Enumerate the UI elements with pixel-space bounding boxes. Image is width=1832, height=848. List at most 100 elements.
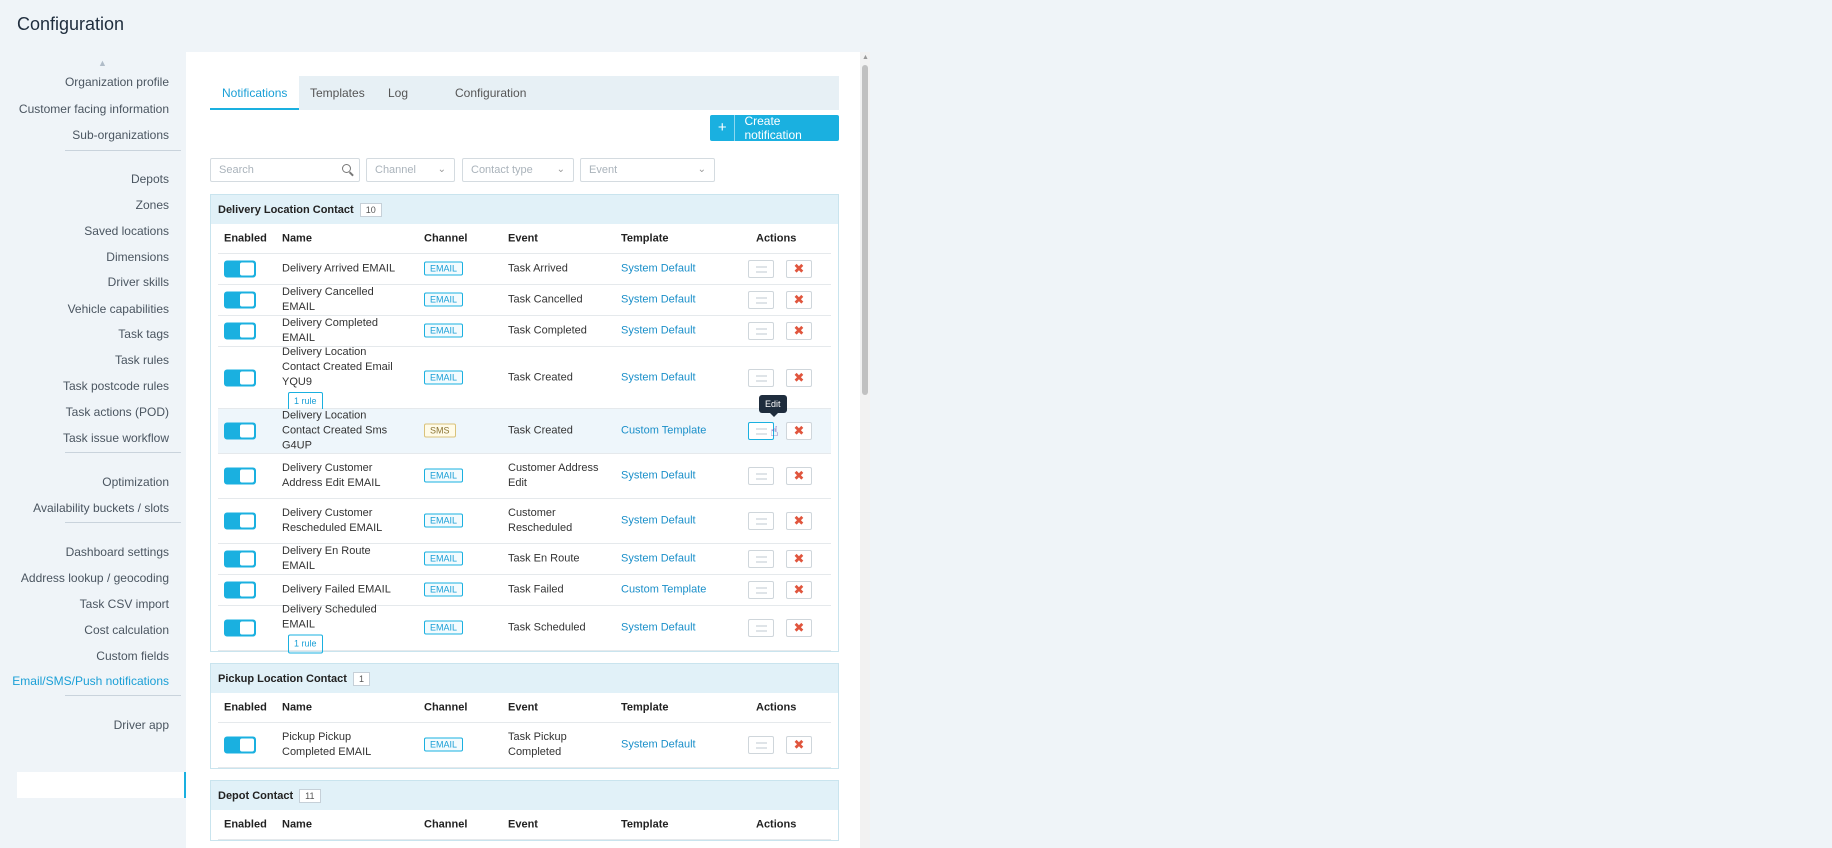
sidebar-item[interactable]: Optimization bbox=[102, 475, 169, 489]
template-link[interactable]: System Default bbox=[621, 621, 696, 636]
template-link[interactable]: System Default bbox=[621, 469, 696, 484]
sidebar-item[interactable]: Task tags bbox=[118, 327, 169, 341]
tab-configuration[interactable]: Configuration bbox=[443, 76, 538, 110]
template-link[interactable]: System Default bbox=[621, 514, 696, 529]
edit-icon bbox=[756, 428, 767, 435]
sidebar-item[interactable]: Driver app bbox=[114, 718, 169, 732]
notification-name-cell: Pickup Pickup Completed EMAIL bbox=[282, 730, 402, 760]
edit-button[interactable] bbox=[748, 291, 774, 309]
create-notification-label: Create notification bbox=[744, 114, 802, 142]
event-select[interactable]: Event ⌄ bbox=[580, 158, 715, 182]
notification-name-cell: Delivery Failed EMAIL bbox=[282, 583, 402, 598]
column-header: Actions bbox=[756, 701, 797, 713]
tab-templates[interactable]: Templates bbox=[298, 76, 377, 110]
enabled-toggle[interactable] bbox=[224, 322, 256, 340]
event-cell: Task Pickup Completed bbox=[508, 731, 567, 758]
sidebar-item[interactable]: Task CSV import bbox=[80, 597, 169, 611]
enabled-toggle[interactable] bbox=[224, 467, 256, 485]
sidebar-item[interactable]: Email/SMS/Push notifications bbox=[12, 674, 169, 688]
channel-select[interactable]: Channel ⌄ bbox=[366, 158, 455, 182]
sidebar-item[interactable]: Zones bbox=[136, 198, 169, 212]
scrollbar-thumb[interactable] bbox=[862, 65, 868, 395]
sidebar-item[interactable]: Vehicle capabilities bbox=[68, 302, 169, 316]
enabled-toggle[interactable] bbox=[224, 550, 256, 568]
section-header: Pickup Location Contact 1 bbox=[211, 664, 838, 693]
edit-button[interactable] bbox=[748, 619, 774, 637]
sidebar-item[interactable]: Task actions (POD) bbox=[66, 405, 169, 419]
delete-button[interactable]: ✖ bbox=[786, 260, 812, 278]
create-notification-button[interactable]: + Create notification bbox=[710, 114, 839, 142]
event-cell: Task Completed bbox=[508, 324, 587, 337]
column-header: Channel bbox=[424, 818, 468, 830]
edit-button[interactable] bbox=[748, 368, 774, 387]
sidebar-item[interactable]: Organization profile bbox=[65, 75, 169, 89]
delete-button[interactable]: ✖ bbox=[786, 619, 812, 637]
edit-icon bbox=[756, 625, 767, 632]
delete-button[interactable]: ✖ bbox=[786, 581, 812, 599]
sidebar-item[interactable]: Customer facing information bbox=[19, 102, 169, 116]
sidebar-item[interactable]: Task rules bbox=[115, 353, 169, 367]
edit-button[interactable] bbox=[748, 322, 774, 340]
template-link[interactable]: System Default bbox=[621, 370, 696, 385]
tab-notifications[interactable]: Notifications bbox=[210, 76, 300, 110]
table-row: Delivery Failed EMAIL EMAIL Task Failed Cus… bbox=[218, 575, 831, 606]
template-link[interactable]: System Default bbox=[621, 293, 696, 308]
enabled-toggle[interactable] bbox=[224, 291, 256, 309]
edit-button[interactable] bbox=[748, 550, 774, 568]
edit-button[interactable] bbox=[748, 581, 774, 599]
scrollbar[interactable]: ▲ bbox=[860, 52, 870, 848]
enabled-toggle[interactable] bbox=[224, 619, 256, 637]
notification-name: Delivery En Route EMAIL bbox=[282, 545, 371, 572]
sidebar-item[interactable]: Driver skills bbox=[108, 275, 169, 289]
notification-table: Enabled Name Channel Event Template Actions De… bbox=[211, 224, 838, 654]
sidebar-item[interactable]: Custom fields bbox=[96, 649, 169, 663]
close-icon: ✖ bbox=[793, 423, 805, 438]
edit-button[interactable] bbox=[748, 260, 774, 278]
template-link[interactable]: Custom Template bbox=[621, 424, 706, 439]
sidebar-item[interactable]: Task issue workflow bbox=[63, 431, 169, 445]
template-link[interactable]: Custom Template bbox=[621, 583, 706, 598]
sidebar-item[interactable]: Address lookup / geocoding bbox=[21, 571, 169, 585]
template-link[interactable]: System Default bbox=[621, 324, 696, 339]
chevron-up-icon[interactable]: ▲ bbox=[98, 58, 107, 68]
delete-button[interactable]: ✖ bbox=[786, 368, 812, 387]
sidebar-item[interactable]: Dashboard settings bbox=[66, 545, 169, 559]
sidebar-item[interactable]: Dimensions bbox=[106, 250, 169, 264]
delete-button[interactable]: ✖ bbox=[786, 467, 812, 485]
sidebar-item[interactable]: Cost calculation bbox=[84, 623, 169, 637]
edit-button[interactable] bbox=[748, 512, 774, 530]
sidebar-item[interactable]: Sub-organizations bbox=[72, 128, 169, 142]
search-input[interactable]: Search bbox=[210, 158, 360, 182]
section-title: Pickup Location Contact bbox=[218, 672, 347, 685]
notification-name-cell: Delivery Location Contact Created Sms G4… bbox=[282, 409, 402, 454]
event-cell: Task Failed bbox=[508, 583, 564, 596]
sidebar-item[interactable]: Saved locations bbox=[84, 224, 169, 238]
template-link[interactable]: System Default bbox=[621, 262, 696, 277]
enabled-toggle[interactable] bbox=[224, 581, 256, 599]
contact-type-select[interactable]: Contact type ⌄ bbox=[462, 158, 574, 182]
delete-button[interactable]: ✖ bbox=[786, 291, 812, 309]
delete-button[interactable]: ✖ bbox=[786, 736, 812, 754]
enabled-toggle[interactable] bbox=[224, 260, 256, 278]
column-header: Name bbox=[282, 701, 312, 713]
sidebar-item[interactable]: Availability buckets / slots bbox=[33, 501, 169, 515]
edit-button[interactable] bbox=[748, 736, 774, 754]
scroll-up-icon[interactable]: ▲ bbox=[862, 54, 869, 61]
table-row: Delivery Location Contact Created Sms G4… bbox=[218, 409, 831, 454]
delete-button[interactable]: ✖ bbox=[786, 512, 812, 530]
table-row: Delivery Scheduled EMAIL 1 rule EMAIL Task … bbox=[218, 604, 831, 654]
tab-log[interactable]: Log bbox=[376, 76, 420, 110]
template-link[interactable]: System Default bbox=[621, 738, 696, 753]
delete-button[interactable]: ✖ bbox=[786, 322, 812, 340]
template-link[interactable]: System Default bbox=[621, 552, 696, 567]
enabled-toggle[interactable] bbox=[224, 512, 256, 530]
enabled-toggle[interactable] bbox=[224, 736, 256, 754]
delete-button[interactable]: ✖ bbox=[786, 550, 812, 568]
enabled-toggle[interactable] bbox=[224, 422, 256, 440]
sidebar-item[interactable]: Depots bbox=[131, 172, 169, 186]
enabled-toggle[interactable] bbox=[224, 369, 256, 386]
sidebar-item[interactable]: Task postcode rules bbox=[63, 379, 169, 393]
edit-button[interactable] bbox=[748, 467, 774, 485]
delete-button[interactable]: ✖ bbox=[786, 422, 812, 440]
close-icon: ✖ bbox=[793, 323, 805, 338]
